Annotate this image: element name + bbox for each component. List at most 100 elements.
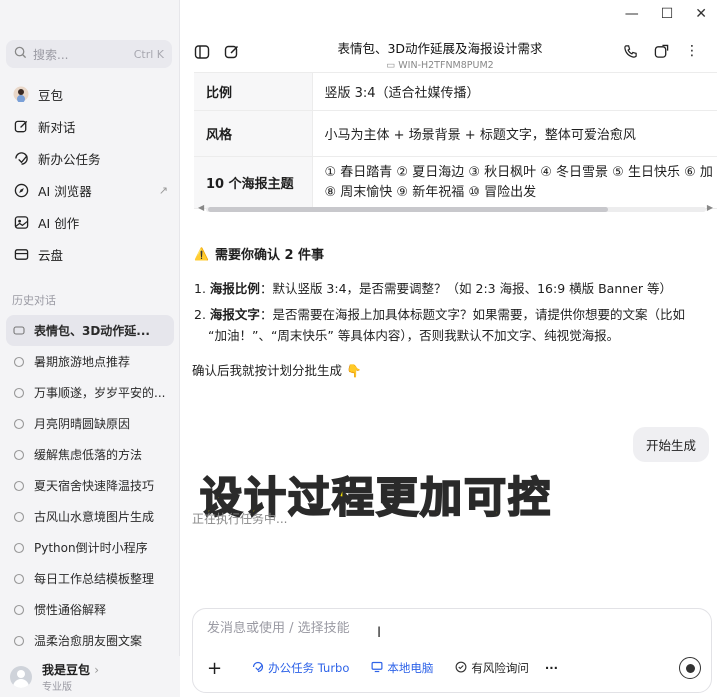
chat-bubble-icon <box>12 479 26 493</box>
office-task-turbo-button[interactable]: 办公任务 Turbo <box>246 657 355 679</box>
history-item[interactable]: 古风山水意境图片生成 <box>0 501 180 532</box>
nav-office-task-label: 新办公任务 <box>38 151 101 167</box>
question-text: ：默认竖版 3:4，是否需要调整？（如 2:3 海报、16:9 横版 Banne… <box>259 281 672 296</box>
sidebar-toggle-icon[interactable] <box>194 44 210 64</box>
history-item[interactable]: 夏天宿舍快速降温技巧 <box>0 470 180 501</box>
toolbar-left <box>194 44 240 64</box>
table-key: 风格 <box>194 110 313 157</box>
chevron-right-icon: › <box>94 662 100 677</box>
more-options-button[interactable]: ··· <box>545 661 558 675</box>
chat-title-area: 表情包、3D动作延展及海报设计需求 ▭ WIN-H2TFNM8PUM2 <box>290 38 590 71</box>
nav-doubao[interactable]: 豆包 <box>0 78 180 110</box>
search-shortcut: Ctrl K <box>133 47 164 61</box>
horizontal-scrollbar[interactable]: ◀ ▶ <box>198 203 713 213</box>
history-item[interactable]: 温柔治愈朋友圈文案 <box>0 625 180 656</box>
search-box[interactable]: 搜索... Ctrl K <box>6 40 172 68</box>
table-value: 小马为主体 + 场景背景 + 标题文字，整体可爱治愈风 <box>312 110 717 157</box>
history-item[interactable]: 惯性通俗解释 <box>0 594 180 625</box>
message-composer: I + 办公任务 Turbo 本地电脑 有风险询问 ··· <box>192 608 712 693</box>
user-profile[interactable]: 我是豆包 › 专业版 <box>0 656 180 697</box>
toolbar-right: ⋮ <box>623 44 699 63</box>
history-item[interactable]: 暑期旅游地点推荐 <box>0 346 180 377</box>
minimize-button[interactable]: — <box>625 6 639 22</box>
history-item-label: 万事顺遂，岁岁平安的... <box>34 386 166 400</box>
history-item[interactable]: 月亮阴晴圆缺原因 <box>0 408 180 439</box>
table-value: ① 春日踏青 ② 夏日海边 ③ 秋日枫叶 ④ 冬日雪景 ⑤ 生日快乐 ⑥ 加 ⑧… <box>312 156 717 209</box>
chat-bubble-icon <box>12 572 26 586</box>
more-icon[interactable]: ⋮ <box>685 44 699 63</box>
chat-bubble-icon <box>12 510 26 524</box>
history-item-label: Python倒计时小程序 <box>34 541 148 555</box>
history-item-label: 月亮阴晴圆缺原因 <box>34 417 131 431</box>
monitor-icon: ▭ <box>386 60 396 71</box>
history-item[interactable]: 每日工作总结模板整理 <box>0 563 180 594</box>
local-pc-button[interactable]: 本地电脑 <box>365 657 439 679</box>
stop-icon <box>685 663 695 673</box>
history-list: 表情包、3D动作延... 暑期旅游地点推荐 万事顺遂，岁岁平安的... 月亮阴晴… <box>0 315 180 656</box>
window-controls: — ☐ ✕ <box>625 6 707 22</box>
nav-ai-browser[interactable]: AI 浏览器 ↗ <box>0 174 180 206</box>
chat-content: 比例 竖版 3:4（适合社媒传播） 风格 小马为主体 + 场景背景 + 标题文字… <box>180 72 717 612</box>
nav-new-chat[interactable]: 新对话 <box>0 110 180 142</box>
nav-office-task[interactable]: 新办公任务 <box>0 142 180 174</box>
confirm-title: 需要你确认 2 件事 <box>214 248 325 263</box>
risk-ask-label: 有风险询问 <box>471 661 529 675</box>
history-item-label: 古风山水意境图片生成 <box>34 510 155 524</box>
nav-ai-browser-label: AI 浏览器 <box>38 183 92 199</box>
cloud-drive-icon <box>12 245 30 263</box>
compass-icon <box>12 181 30 199</box>
search-icon <box>14 46 27 62</box>
history-item-label: 表情包、3D动作延... <box>34 324 150 338</box>
history-item-label: 缓解焦虑低落的方法 <box>34 448 143 462</box>
device-name: WIN-H2TFNM8PUM2 <box>398 60 494 71</box>
chat-bubble-icon <box>12 448 26 462</box>
user-name: 我是豆包 <box>42 662 91 677</box>
history-item[interactable]: Python倒计时小程序 <box>0 532 180 563</box>
scroll-right-icon[interactable]: ▶ <box>707 203 713 212</box>
pointing-down-icon: 👇 <box>346 363 362 378</box>
text-cursor-icon: I <box>377 625 382 641</box>
history-item[interactable]: 缓解焦虑低落的方法 <box>0 439 180 470</box>
main-panel: — ☐ ✕ 表情包、3D动作延展及海报设计需求 ▭ WIN-H2TFNM8PUM… <box>180 0 717 697</box>
history-item-label: 温柔治愈朋友圈文案 <box>34 634 143 648</box>
table-key: 比例 <box>194 72 313 111</box>
history-title: 历史对话 <box>12 294 56 307</box>
question-keyword: 海报文字 <box>209 307 260 322</box>
question-2: 2. 海报文字：是否需要在海报上加具体标题文字？如果需要，请提供你想要的文案（比… <box>194 304 714 346</box>
close-button[interactable]: ✕ <box>695 6 707 22</box>
new-chat-icon <box>12 117 30 135</box>
composer-tools: + 办公任务 Turbo 本地电脑 有风险询问 ··· <box>207 657 558 679</box>
theme-line-2: ⑧ 周末愉快 ⑨ 新年祝福 ⑩ 冒险出发 <box>324 184 537 200</box>
scroll-thumb[interactable] <box>208 207 608 212</box>
history-item[interactable]: 表情包、3D动作延... <box>6 315 174 346</box>
device-label: ▭ WIN-H2TFNM8PUM2 <box>290 60 590 71</box>
question-number: 2. <box>194 307 206 322</box>
maximize-button[interactable]: ☐ <box>661 6 674 22</box>
share-icon[interactable] <box>654 44 669 63</box>
new-chat-icon[interactable] <box>224 44 240 64</box>
poster-spec-table: 比例 竖版 3:4（适合社媒传播） 风格 小马为主体 + 场景背景 + 标题文字… <box>194 72 717 209</box>
nav-new-chat-label: 新对话 <box>38 119 76 135</box>
add-button[interactable]: + <box>207 658 222 679</box>
chat-bubble-icon <box>12 417 26 431</box>
table-key: 10 个海报主题 <box>194 156 313 209</box>
nav-cloud-drive[interactable]: 云盘 <box>0 238 180 270</box>
history-item-label: 暑期旅游地点推荐 <box>34 355 131 369</box>
risk-ask-toggle[interactable]: 有风险询问 <box>449 657 535 679</box>
sidebar-nav: 豆包 新对话 新办公任务 AI 浏览器 ↗ AI 创作 云盘 <box>0 78 180 270</box>
office-task-label: 办公任务 Turbo <box>268 661 350 675</box>
image-create-icon <box>12 213 30 231</box>
phone-icon[interactable] <box>623 44 638 63</box>
ending-line: 确认后我就按计划分批生成 👇 <box>192 360 362 379</box>
nav-ai-create[interactable]: AI 创作 <box>0 206 180 238</box>
office-task-icon <box>12 149 30 167</box>
monitor-icon <box>371 661 383 676</box>
stop-button[interactable] <box>679 657 701 679</box>
table-row: 10 个海报主题 ① 春日踏青 ② 夏日海边 ③ 秋日枫叶 ④ 冬日雪景 ⑤ 生… <box>194 156 717 209</box>
sidebar: 搜索... Ctrl K 豆包 新对话 新办公任务 AI 浏览器 ↗ AI 创作… <box>0 0 180 697</box>
status-text: 正在执行任务中... <box>192 512 288 526</box>
message-input[interactable] <box>207 621 667 636</box>
scroll-left-icon[interactable]: ◀ <box>198 203 204 212</box>
external-link-icon: ↗ <box>158 183 168 197</box>
history-item[interactable]: 万事顺遂，岁岁平安的... <box>0 377 180 408</box>
